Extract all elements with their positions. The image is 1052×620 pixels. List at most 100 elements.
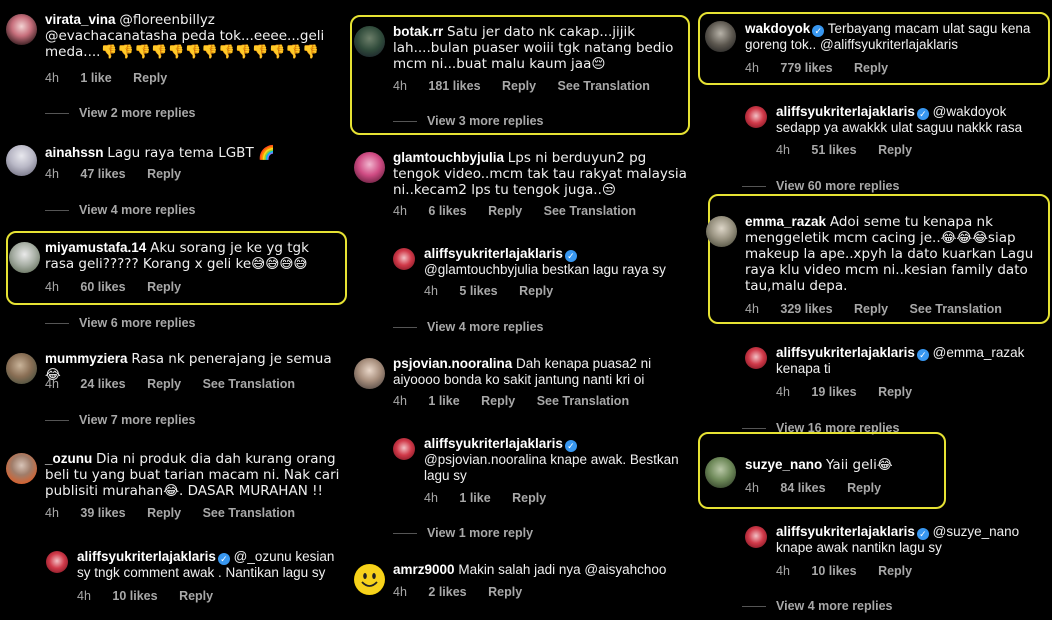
divider-line (45, 323, 69, 325)
likes-count[interactable]: 19 likes (811, 385, 856, 399)
avatar[interactable] (354, 152, 385, 183)
likes-count[interactable]: 6 likes (428, 204, 466, 218)
avatar[interactable] (354, 26, 385, 57)
view-more-replies[interactable]: View 1 more reply (393, 526, 533, 540)
reply-button[interactable]: Reply (488, 585, 522, 599)
comment-username[interactable]: aliffsyukriterlajaklaris (776, 345, 915, 360)
verified-badge-icon: ✓ (564, 440, 577, 452)
comment-username[interactable]: aliffsyukriterlajaklaris (77, 549, 216, 564)
likes-count[interactable]: 181 likes (428, 79, 480, 93)
reply-button[interactable]: Reply (878, 564, 912, 578)
likes-count[interactable]: 10 likes (112, 589, 157, 603)
view-more-replies[interactable]: View 4 more replies (742, 599, 893, 613)
comment-username[interactable]: aliffsyukriterlajaklaris (776, 104, 915, 119)
reply-button[interactable]: Reply (481, 394, 515, 408)
avatar[interactable] (706, 216, 737, 247)
comment-username[interactable]: aliffsyukriterlajaklaris (776, 524, 915, 539)
see-translation-button[interactable]: See Translation (537, 394, 629, 408)
likes-count[interactable]: 51 likes (811, 143, 856, 157)
view-more-replies[interactable]: View 4 more replies (45, 203, 196, 217)
likes-count[interactable]: 1 like (80, 71, 111, 85)
view-more-replies[interactable]: View 60 more replies (742, 179, 899, 193)
comment-age: 4h (776, 385, 790, 399)
comment-age: 4h (424, 284, 438, 298)
comment-username[interactable]: wakdoyok (745, 21, 810, 36)
avatar[interactable] (6, 353, 37, 384)
reply-button[interactable]: Reply (512, 491, 546, 505)
avatar[interactable] (393, 438, 415, 460)
likes-count[interactable]: 1 like (459, 491, 490, 505)
avatar[interactable] (6, 145, 37, 176)
comment-username[interactable]: amrz9000 (393, 562, 455, 577)
reply-button[interactable]: Reply (854, 302, 888, 316)
comment-username[interactable]: glamtouchbyjulia (393, 150, 504, 165)
reply-button[interactable]: Reply (179, 589, 213, 603)
reply-button[interactable]: Reply (147, 280, 181, 294)
view-more-replies[interactable]: View 16 more replies (742, 421, 899, 435)
reply-button[interactable]: Reply (147, 506, 181, 520)
likes-count[interactable]: 2 likes (428, 585, 466, 599)
reply-button[interactable]: Reply (847, 481, 881, 495)
likes-count[interactable]: 60 likes (80, 280, 125, 294)
likes-count[interactable]: 39 likes (80, 506, 125, 520)
comment-username[interactable]: botak.rr (393, 24, 443, 39)
reply-button[interactable]: Reply (854, 61, 888, 75)
reply-button[interactable]: Reply (147, 377, 181, 391)
divider-line (393, 327, 417, 329)
see-translation-button[interactable]: See Translation (544, 204, 636, 218)
avatar[interactable] (745, 106, 767, 128)
see-translation-button[interactable]: See Translation (910, 302, 1002, 316)
avatar[interactable] (9, 242, 40, 273)
avatar[interactable] (705, 21, 736, 52)
smiley-face-icon (354, 564, 385, 595)
smiley-avatar-icon[interactable] (354, 564, 385, 595)
likes-count[interactable]: 5 likes (459, 284, 497, 298)
reply-button[interactable]: Reply (878, 385, 912, 399)
avatar[interactable] (6, 453, 37, 484)
comment-age: 4h (77, 589, 91, 603)
avatar[interactable] (745, 526, 767, 548)
likes-count[interactable]: 10 likes (811, 564, 856, 578)
see-translation-button[interactable]: See Translation (203, 506, 295, 520)
reply-button[interactable]: Reply (519, 284, 553, 298)
comment-age: 4h (776, 564, 790, 578)
divider-line (393, 121, 417, 123)
comment-username[interactable]: aliffsyukriterlajaklaris (424, 246, 563, 261)
reply-button[interactable]: Reply (147, 167, 181, 181)
avatar[interactable] (6, 14, 37, 45)
divider-line (742, 186, 766, 188)
view-more-replies[interactable]: View 3 more replies (393, 114, 544, 128)
likes-count[interactable]: 47 likes (80, 167, 125, 181)
comment-username[interactable]: _ozunu (45, 451, 92, 466)
view-more-replies[interactable]: View 4 more replies (393, 320, 544, 334)
comment-username[interactable]: ainahssn (45, 145, 104, 160)
likes-count[interactable]: 329 likes (780, 302, 832, 316)
view-more-replies[interactable]: View 7 more replies (45, 413, 196, 427)
comment-username[interactable]: aliffsyukriterlajaklaris (424, 436, 563, 451)
comments-column-3: wakdoyok ✓ Terbayang macam ulat sagu kena… (696, 0, 1052, 620)
view-more-replies[interactable]: View 2 more replies (45, 106, 196, 120)
comment-username[interactable]: emma_razak (745, 214, 826, 229)
comment-username[interactable]: miyamustafa.14 (45, 240, 146, 255)
reply-button[interactable]: Reply (133, 71, 167, 85)
avatar[interactable] (745, 347, 767, 369)
avatar[interactable] (354, 358, 385, 389)
see-translation-button[interactable]: See Translation (558, 79, 650, 93)
see-translation-button[interactable]: See Translation (203, 377, 295, 391)
comment-username[interactable]: psjovian.nooralina (393, 356, 512, 371)
comment-username[interactable]: mummyziera (45, 351, 128, 366)
reply-button[interactable]: Reply (488, 204, 522, 218)
avatar[interactable] (705, 457, 736, 488)
avatar[interactable] (46, 551, 68, 573)
comment-age: 4h (393, 204, 407, 218)
reply-button[interactable]: Reply (878, 143, 912, 157)
comment-username[interactable]: suzye_nano (745, 457, 822, 472)
likes-count[interactable]: 1 like (428, 394, 459, 408)
reply-button[interactable]: Reply (502, 79, 536, 93)
comment-username[interactable]: virata_vina (45, 12, 116, 27)
likes-count[interactable]: 24 likes (80, 377, 125, 391)
avatar[interactable] (393, 248, 415, 270)
likes-count[interactable]: 84 likes (780, 481, 825, 495)
likes-count[interactable]: 779 likes (780, 61, 832, 75)
view-more-replies[interactable]: View 6 more replies (45, 316, 196, 330)
